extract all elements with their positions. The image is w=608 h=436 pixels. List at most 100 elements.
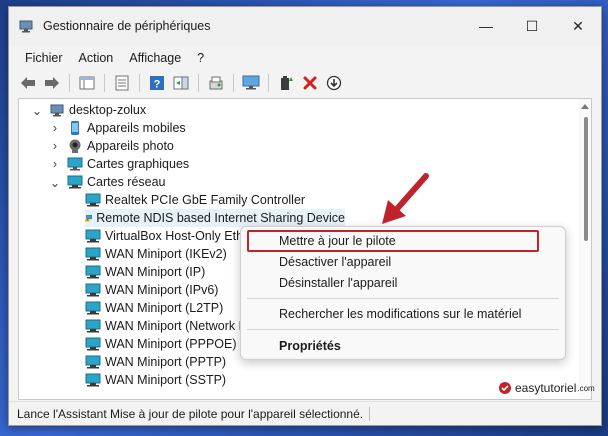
scan-hardware-icon [209, 76, 223, 90]
add-driver-icon [281, 76, 293, 90]
tree-device-label: WAN Miniport (SSTP) [105, 373, 227, 387]
network-card-icon [85, 355, 101, 369]
computer-icon [50, 104, 64, 117]
close-icon: ✕ [572, 17, 584, 34]
tree-category-network[interactable]: ⌄ Cartes réseau [49, 173, 591, 191]
annotation-arrow-icon [382, 173, 429, 224]
action-pane-button[interactable] [170, 72, 192, 94]
window-controls: — ☐ ✕ [463, 7, 601, 45]
tree-device-selected[interactable]: Remote NDIS based Internet Sharing Devic… [85, 209, 345, 227]
network-card-icon [85, 337, 101, 351]
network-adapter-icon [67, 175, 83, 189]
help-button[interactable]: ? [146, 72, 168, 94]
list-view-button[interactable] [111, 72, 133, 94]
add-driver-button[interactable] [275, 72, 297, 94]
tree-root-label: desktop-zolux [69, 103, 147, 117]
watermark-brand: easytutoriel [515, 381, 577, 395]
properties-panel-button[interactable] [76, 72, 98, 94]
menu-bar: Fichier Action Affichage ? [9, 47, 601, 69]
context-menu: Mettre à jour le pilote Désactiver l'app… [240, 226, 566, 360]
minimize-icon: — [479, 18, 493, 34]
mobile-device-icon [71, 121, 79, 135]
back-button[interactable] [17, 72, 39, 94]
properties-panel-icon [79, 76, 95, 90]
vertical-scrollbar[interactable] [579, 99, 591, 399]
list-view-icon [115, 75, 129, 91]
uninstall-icon [303, 76, 317, 90]
monitor-button[interactable] [240, 72, 262, 94]
menu-affichage[interactable]: Affichage [121, 49, 189, 67]
forward-button[interactable] [41, 72, 63, 94]
ctx-properties[interactable]: Propriétés [279, 336, 341, 356]
tree-device-label: Remote NDIS based Internet Sharing Devic… [96, 211, 345, 225]
display-adapter-icon [67, 157, 83, 171]
menu-action[interactable]: Action [71, 49, 122, 67]
tree-category-label: Appareils mobiles [87, 121, 186, 135]
menu-fichier[interactable]: Fichier [17, 49, 71, 67]
scroll-up-icon[interactable] [581, 104, 589, 109]
toolbar-separator [268, 74, 269, 92]
uninstall-button[interactable] [299, 72, 321, 94]
tree-device-label: WAN Miniport (PPTP) [105, 355, 227, 369]
help-icon: ? [150, 76, 164, 91]
network-card-icon [85, 283, 101, 297]
network-card-icon [85, 229, 101, 243]
toolbar-separator [104, 74, 105, 92]
watermark-domain: .com [577, 383, 595, 393]
ctx-scan-changes[interactable]: Rechercher les modifications sur le maté… [279, 304, 521, 324]
menu-help[interactable]: ? [189, 49, 212, 67]
tree-device-label: WAN Miniport (IPv6) [105, 283, 219, 297]
tree-category-label: Cartes réseau [87, 175, 166, 189]
ctx-uninstall-device[interactable]: Désinstaller l'appareil [279, 273, 397, 293]
toolbar-separator [139, 74, 140, 92]
scan-hardware-button[interactable] [205, 72, 227, 94]
network-card-icon [85, 319, 101, 333]
ctx-separator [247, 298, 559, 299]
ctx-update-driver[interactable]: Mettre à jour le pilote [279, 231, 396, 251]
chevron-down-icon[interactable]: ⌄ [49, 176, 61, 190]
download-button[interactable] [323, 72, 345, 94]
ctx-disable-device[interactable]: Désactiver l'appareil [279, 252, 391, 272]
title-bar[interactable]: Gestionnaire de périphériques — ☐ ✕ [9, 7, 601, 45]
network-card-icon [85, 247, 101, 261]
tree-device-label: WAN Miniport (L2TP) [105, 301, 224, 315]
device-manager-app-icon [19, 20, 33, 33]
tree-device-label: VirtualBox Host-Only Ether [105, 229, 255, 243]
toolbar-separator [233, 74, 234, 92]
action-pane-icon [173, 76, 189, 90]
warning-network-card-icon [85, 215, 93, 222]
window-title: Gestionnaire de périphériques [43, 19, 211, 33]
tree-device-label: WAN Miniport (Network M [105, 319, 249, 333]
tree-category-mobile[interactable]: › Appareils mobiles [49, 119, 591, 137]
device-manager-window: Gestionnaire de périphériques — ☐ ✕ Fich… [8, 6, 602, 426]
tree-category-label: Appareils photo [87, 139, 174, 153]
monitor-icon [242, 75, 260, 90]
maximize-button[interactable]: ☐ [509, 7, 555, 45]
chevron-right-icon[interactable]: › [49, 157, 61, 171]
tree-device-label: WAN Miniport (IP) [105, 265, 206, 279]
status-bar: Lance l'Assistant Mise à jour de pilote … [9, 401, 601, 425]
toolbar: ? [9, 70, 601, 96]
tree-device-label: WAN Miniport (PPPOE) [105, 337, 237, 351]
chevron-right-icon[interactable]: › [49, 139, 61, 153]
chevron-right-icon[interactable]: › [49, 121, 61, 135]
tree-category-display[interactable]: › Cartes graphiques [49, 155, 591, 173]
tree-root[interactable]: ⌄ desktop-zolux [31, 101, 591, 119]
network-card-icon [85, 193, 101, 207]
tree-device-label: Realtek PCIe GbE Family Controller [105, 193, 306, 207]
close-button[interactable]: ✕ [555, 7, 601, 45]
scroll-thumb[interactable] [584, 117, 588, 241]
tree-device-label: WAN Miniport (IKEv2) [105, 247, 227, 261]
toolbar-separator [69, 74, 70, 92]
download-icon [326, 75, 342, 91]
svg-text:?: ? [154, 79, 161, 91]
maximize-icon: ☐ [525, 17, 539, 34]
camera-icon [69, 139, 81, 153]
tree-device[interactable]: Realtek PCIe GbE Family Controller [85, 191, 591, 209]
easytutoriel-logo-icon [499, 382, 511, 394]
minimize-button[interactable]: — [463, 7, 509, 45]
back-arrow-icon [21, 77, 35, 89]
tree-category-camera[interactable]: › Appareils photo [49, 137, 591, 155]
network-card-icon [85, 301, 101, 315]
chevron-down-icon[interactable]: ⌄ [31, 104, 43, 118]
